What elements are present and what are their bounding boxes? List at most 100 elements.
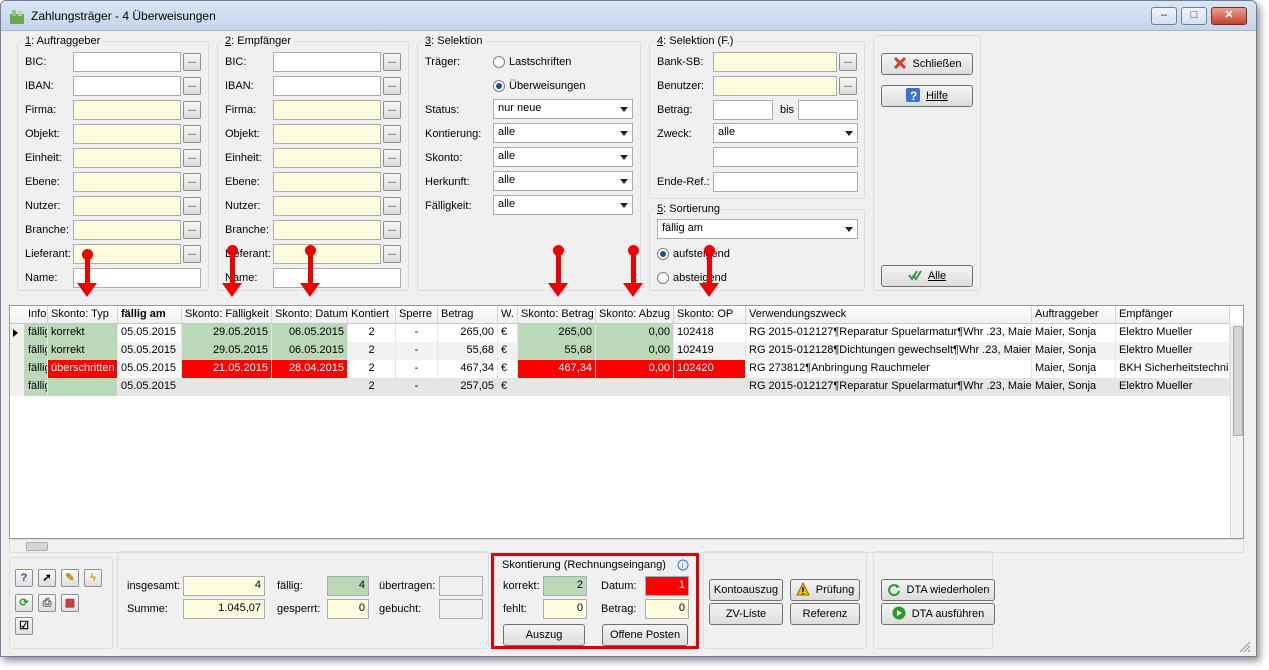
empfaenger-browse-button[interactable]: ...: [383, 197, 401, 215]
column-header[interactable]: fällig am: [118, 306, 182, 324]
benutzer-browse-button[interactable]: ...: [839, 77, 857, 95]
auftraggeber-field[interactable]: [73, 124, 181, 144]
zv-liste-button[interactable]: ZV-Liste: [709, 603, 783, 625]
checkbox-icon[interactable]: ☑: [15, 617, 33, 635]
lightning-icon[interactable]: ϟ: [84, 569, 102, 587]
auftraggeber-browse-button[interactable]: ...: [183, 149, 201, 167]
row-indicator[interactable]: [10, 360, 25, 378]
faelligkeit-dropdown[interactable]: alle: [493, 195, 633, 215]
auftraggeber-field[interactable]: [73, 172, 181, 192]
column-header[interactable]: Skonto: Betrag: [518, 306, 596, 324]
table-row[interactable]: fälligkorrekt05.05.201529.05.201506.05.2…: [10, 324, 1230, 342]
row-indicator[interactable]: [10, 342, 25, 360]
auftraggeber-browse-button[interactable]: ...: [183, 245, 201, 263]
column-header[interactable]: Empfänger: [1116, 306, 1230, 324]
alle-button[interactable]: Alle: [881, 265, 973, 287]
column-header[interactable]: Skonto: OP: [674, 306, 746, 324]
empfaenger-browse-button[interactable]: ...: [383, 149, 401, 167]
empfaenger-browse-button[interactable]: ...: [383, 245, 401, 263]
kontoauszug-button[interactable]: Kontoauszug: [709, 579, 783, 601]
resize-grip-icon[interactable]: [1237, 639, 1251, 653]
lastschriften-radio[interactable]: [493, 56, 505, 68]
banksb-browse-button[interactable]: ...: [839, 53, 857, 71]
absteigend-radio[interactable]: [657, 272, 669, 284]
hilfe-button[interactable]: ? Hilfe: [881, 85, 973, 107]
auftraggeber-browse-button[interactable]: ...: [183, 101, 201, 119]
auftraggeber-browse-button[interactable]: ...: [183, 173, 201, 191]
empfaenger-browse-button[interactable]: ...: [383, 101, 401, 119]
empfaenger-field[interactable]: [273, 52, 381, 72]
row-indicator[interactable]: [10, 324, 25, 342]
empfaenger-browse-button[interactable]: ...: [383, 77, 401, 95]
empfaenger-field[interactable]: [273, 244, 381, 264]
column-header[interactable]: Skonto: Fälligkeit: [182, 306, 272, 324]
minimize-button[interactable]: ‒: [1151, 7, 1177, 25]
column-header[interactable]: Info: [25, 306, 48, 324]
zweck-text-field[interactable]: [713, 147, 858, 167]
refresh-icon[interactable]: ⟳: [15, 594, 33, 612]
column-header[interactable]: Kontiert: [348, 306, 396, 324]
empfaenger-browse-button[interactable]: ...: [383, 221, 401, 239]
dta-wiederholen-button[interactable]: DTA wiederholen: [881, 579, 995, 601]
empfaenger-field[interactable]: [273, 100, 381, 120]
betrag-from-field[interactable]: [713, 100, 773, 120]
auszug-button[interactable]: Auszug: [503, 624, 585, 646]
scroll-thumb[interactable]: [26, 542, 48, 551]
column-header[interactable]: W.: [498, 306, 518, 324]
kontierung-dropdown[interactable]: alle: [493, 123, 633, 143]
empfaenger-browse-button[interactable]: ...: [383, 125, 401, 143]
pruefung-button[interactable]: Prüfung: [790, 579, 860, 601]
auftraggeber-field[interactable]: [73, 52, 181, 72]
column-header[interactable]: Skonto: Datum: [272, 306, 348, 324]
ueberweisungen-radio[interactable]: [493, 80, 505, 92]
benutzer-field[interactable]: [713, 76, 837, 96]
column-header[interactable]: Skonto: Abzug: [596, 306, 674, 324]
auftraggeber-field[interactable]: [73, 76, 181, 96]
empfaenger-field[interactable]: [273, 76, 381, 96]
scroll-thumb[interactable]: [1233, 326, 1243, 436]
column-header[interactable]: Auftraggeber: [1032, 306, 1116, 324]
empfaenger-field[interactable]: [273, 268, 401, 288]
close-button[interactable]: ✕: [1211, 7, 1247, 25]
auftraggeber-field[interactable]: [73, 196, 181, 216]
empfaenger-field[interactable]: [273, 172, 381, 192]
empfaenger-field[interactable]: [273, 220, 381, 240]
transfers-table[interactable]: Info Skonto: Typ fällig am Skonto: Fälligke…: [9, 305, 1244, 539]
table-row[interactable]: fälligüberschritten05.05.201521.05.20152…: [10, 360, 1230, 378]
empfaenger-browse-button[interactable]: ...: [383, 173, 401, 191]
status-dropdown[interactable]: nur neue: [493, 99, 633, 119]
enderef-field[interactable]: [713, 172, 858, 192]
sortierung-dropdown[interactable]: fällig am: [657, 219, 858, 239]
auftraggeber-browse-button[interactable]: ...: [183, 125, 201, 143]
row-indicator[interactable]: [10, 378, 25, 396]
info-icon[interactable]: i: [677, 559, 689, 571]
zweck-dropdown[interactable]: alle: [713, 123, 858, 143]
referenz-button[interactable]: Referenz: [790, 603, 860, 625]
column-header[interactable]: Sperre: [396, 306, 438, 324]
empfaenger-field[interactable]: [273, 196, 381, 216]
aufsteigend-radio[interactable]: [657, 248, 669, 260]
export-icon[interactable]: ▦: [61, 594, 79, 612]
table-row[interactable]: fällig 05.05.2015 2-257,05€ RG 2015-012127¶…: [10, 378, 1230, 396]
column-header[interactable]: Skonto: Typ: [48, 306, 118, 324]
dta-ausfuehren-button[interactable]: DTA ausführen: [881, 603, 995, 625]
table-row[interactable]: fälligkorrekt05.05.201529.05.201506.05.2…: [10, 342, 1230, 360]
empfaenger-field[interactable]: [273, 124, 381, 144]
empfaenger-field[interactable]: [273, 148, 381, 168]
column-header[interactable]: Betrag: [438, 306, 498, 324]
skonto-dropdown[interactable]: alle: [493, 147, 633, 167]
auftraggeber-field[interactable]: [73, 100, 181, 120]
auftraggeber-browse-button[interactable]: ...: [183, 53, 201, 71]
schliessen-button[interactable]: Schließen: [881, 53, 973, 75]
betrag-to-field[interactable]: [798, 100, 858, 120]
auftraggeber-field[interactable]: [73, 220, 181, 240]
auftraggeber-browse-button[interactable]: ...: [183, 77, 201, 95]
vertical-scrollbar[interactable]: [1230, 324, 1243, 538]
help-icon[interactable]: ?: [15, 569, 33, 587]
empfaenger-browse-button[interactable]: ...: [383, 53, 401, 71]
print-icon[interactable]: ⎙: [38, 594, 56, 612]
offene-posten-button[interactable]: Offene Posten: [602, 624, 688, 646]
maximize-button[interactable]: □: [1181, 7, 1207, 25]
herkunft-dropdown[interactable]: alle: [493, 171, 633, 191]
auftraggeber-browse-button[interactable]: ...: [183, 221, 201, 239]
